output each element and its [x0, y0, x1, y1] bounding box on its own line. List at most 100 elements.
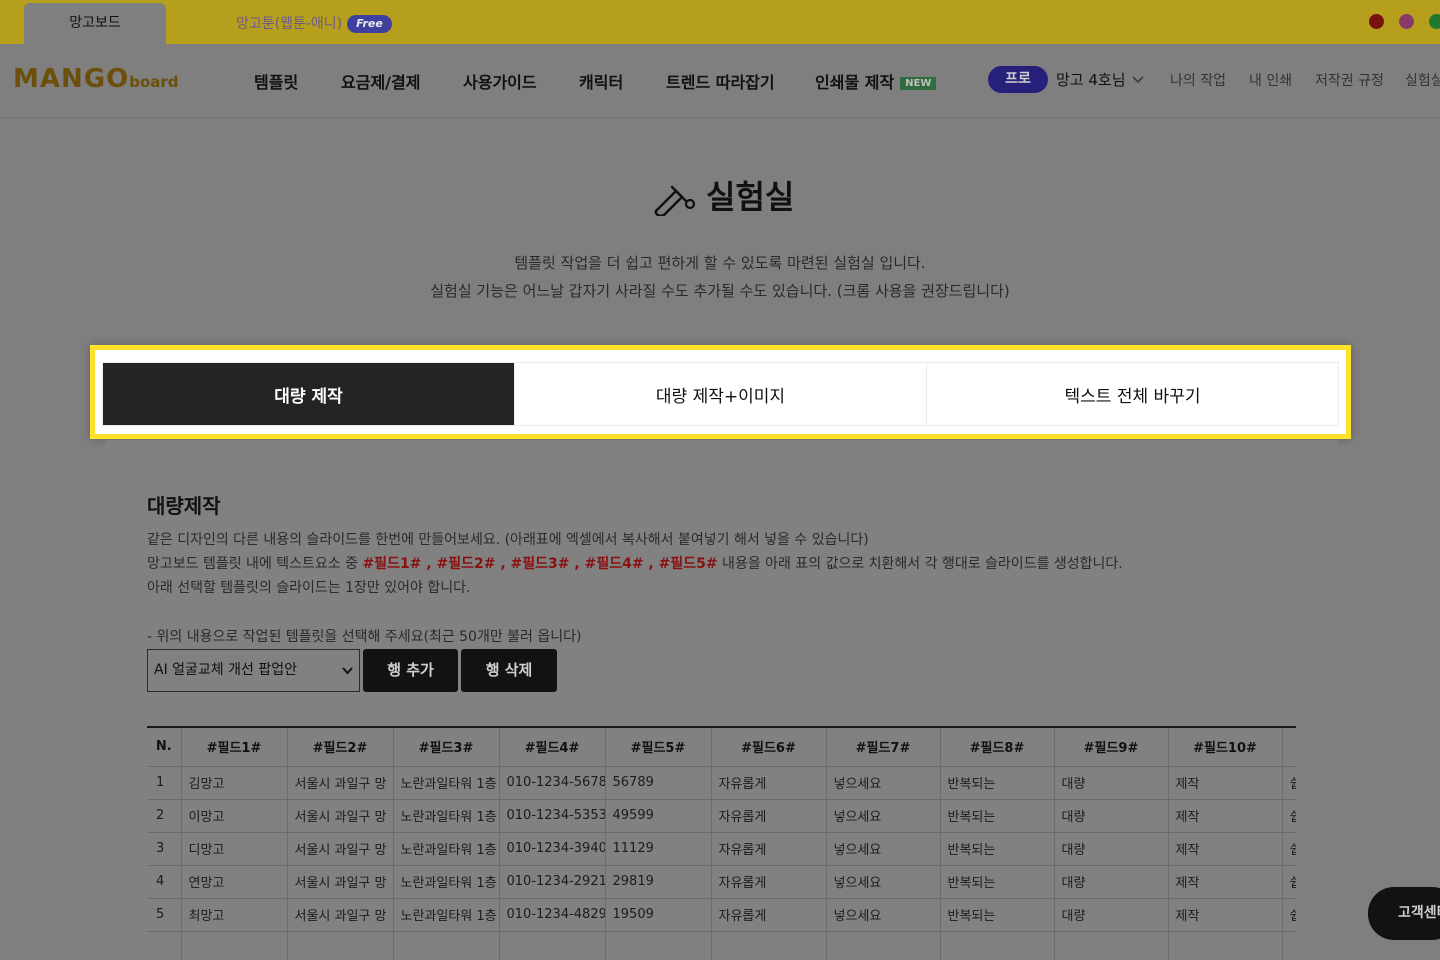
- table-cell[interactable]: 노란과일타워 1층: [393, 799, 500, 833]
- table-cell[interactable]: [1282, 931, 1296, 960]
- chevron-down-icon[interactable]: [1131, 72, 1145, 86]
- table-cell[interactable]: [1168, 931, 1283, 960]
- table-cell[interactable]: 56789: [605, 766, 712, 800]
- table-cell[interactable]: [287, 931, 394, 960]
- instagram-icon[interactable]: [1399, 14, 1414, 29]
- table-cell[interactable]: 넣으세요: [826, 799, 941, 833]
- table-cell[interactable]: [499, 931, 606, 960]
- tab-bulk-create-image[interactable]: 대량 제작+이미지: [515, 363, 927, 425]
- table-cell[interactable]: 서울시 과일구 망: [287, 766, 394, 800]
- template-select[interactable]: AI 얼굴교체 개선 팝업안: [147, 649, 360, 692]
- site-tab-mangoboard[interactable]: 망고보드: [24, 3, 166, 44]
- table-cell[interactable]: 49599: [605, 799, 712, 833]
- nav-link-lab[interactable]: 실험실: [1405, 70, 1440, 90]
- table-cell[interactable]: 11129: [605, 832, 712, 866]
- table-cell[interactable]: 제작: [1168, 799, 1283, 833]
- table-cell[interactable]: 반복되는: [940, 832, 1055, 866]
- nav-item-guide[interactable]: 사용가이드: [463, 69, 537, 93]
- nav-item-characters[interactable]: 캐릭터: [579, 69, 623, 93]
- tab-replace-all-text[interactable]: 텍스트 전체 바꾸기: [927, 363, 1338, 425]
- table-cell[interactable]: 노란과일타워 1층: [393, 898, 500, 932]
- table-cell[interactable]: [605, 931, 712, 960]
- table-cell[interactable]: 쉽: [1282, 832, 1296, 866]
- tab-bulk-create[interactable]: 대량 제작: [103, 363, 515, 425]
- table-cell[interactable]: 19509: [605, 898, 712, 932]
- table-header-cell: #필드3#: [393, 728, 500, 767]
- table-cell[interactable]: 이망고: [181, 799, 288, 833]
- table-cell[interactable]: 반복되는: [940, 865, 1055, 899]
- table-cell[interactable]: 대량: [1054, 799, 1169, 833]
- customer-center-button[interactable]: 고객센터: [1368, 887, 1440, 940]
- table-cell[interactable]: 서울시 과일구 망: [287, 865, 394, 899]
- delete-row-button[interactable]: 행 삭제: [461, 649, 557, 692]
- other-social-icon[interactable]: [1429, 14, 1440, 29]
- table-cell[interactable]: 010-1234-2921: [499, 865, 606, 899]
- table-cell[interactable]: [181, 931, 288, 960]
- table-cell[interactable]: 자유롭게: [711, 898, 827, 932]
- table-header-cell: #필드6#: [711, 728, 827, 767]
- nav-link-copyright[interactable]: 저작권 규정: [1315, 70, 1384, 90]
- site-tab-mangotoon[interactable]: 망고툰(웹툰-애니) Free: [236, 3, 408, 44]
- mangoboard-logo[interactable]: MANGOboard: [13, 64, 179, 94]
- table-cell[interactable]: 대량: [1054, 898, 1169, 932]
- nav-link-my-work[interactable]: 나의 작업: [1170, 70, 1226, 90]
- table-cell[interactable]: [393, 931, 500, 960]
- table-cell[interactable]: 반복되는: [940, 799, 1055, 833]
- table-cell[interactable]: 쉽: [1282, 865, 1296, 899]
- table-cell[interactable]: 쉽: [1282, 898, 1296, 932]
- table-cell: [147, 931, 182, 960]
- nav-item-pricing[interactable]: 요금제/결제: [341, 69, 420, 93]
- table-cell[interactable]: 서울시 과일구 망: [287, 898, 394, 932]
- new-badge: NEW: [900, 77, 937, 90]
- table-cell[interactable]: 최망고: [181, 898, 288, 932]
- user-menu[interactable]: 망고 4호님: [1056, 69, 1126, 90]
- table-cell[interactable]: 제작: [1168, 898, 1283, 932]
- field-token-3: #필드3#: [510, 556, 570, 572]
- table-cell[interactable]: 대량: [1054, 766, 1169, 800]
- table-cell[interactable]: 29819: [605, 865, 712, 899]
- table-cell[interactable]: 반복되는: [940, 766, 1055, 800]
- table-cell[interactable]: 노란과일타워 1층: [393, 865, 500, 899]
- nav-link-my-print[interactable]: 내 인쇄: [1249, 70, 1292, 90]
- table-cell[interactable]: 넣으세요: [826, 832, 941, 866]
- table-cell[interactable]: 김망고: [181, 766, 288, 800]
- table-cell[interactable]: 넣으세요: [826, 865, 941, 899]
- table-cell[interactable]: 010-1234-5678: [499, 766, 606, 800]
- bulk-desc-line2: 망고보드 템플릿 내에 텍스트요소 중 #필드1# , #필드2# , #필드3…: [147, 553, 1123, 573]
- table-cell[interactable]: 반복되는: [940, 898, 1055, 932]
- table-cell[interactable]: 자유롭게: [711, 766, 827, 800]
- table-cell[interactable]: 대량: [1054, 832, 1169, 866]
- table-cell[interactable]: 제작: [1168, 832, 1283, 866]
- table-cell[interactable]: 노란과일타워 1층: [393, 832, 500, 866]
- table-cell[interactable]: 자유롭게: [711, 799, 827, 833]
- table-cell[interactable]: [711, 931, 827, 960]
- table-cell[interactable]: 서울시 과일구 망: [287, 799, 394, 833]
- table-cell[interactable]: [1054, 931, 1169, 960]
- add-row-button[interactable]: 행 추가: [363, 649, 458, 692]
- table-cell[interactable]: 제작: [1168, 766, 1283, 800]
- nav-item-templates[interactable]: 템플릿: [254, 69, 298, 93]
- table-cell[interactable]: 노란과일타워 1층: [393, 766, 500, 800]
- table-row: 2 이망고 서울시 과일구 망 노란과일타워 1층 010-1234-5353 …: [147, 799, 1296, 833]
- table-cell[interactable]: 대량: [1054, 865, 1169, 899]
- table-cell[interactable]: 010-1234-3940: [499, 832, 606, 866]
- table-cell[interactable]: 쉽: [1282, 766, 1296, 800]
- table-cell[interactable]: 넣으세요: [826, 898, 941, 932]
- logo-sub: board: [129, 73, 179, 91]
- table-cell[interactable]: 연망고: [181, 865, 288, 899]
- table-cell[interactable]: 010-1234-5353: [499, 799, 606, 833]
- table-cell: 2: [147, 799, 182, 833]
- table-cell[interactable]: [940, 931, 1055, 960]
- table-cell[interactable]: 서울시 과일구 망: [287, 832, 394, 866]
- table-cell[interactable]: 쉽: [1282, 799, 1296, 833]
- youtube-icon[interactable]: [1369, 14, 1384, 29]
- table-cell[interactable]: 자유롭게: [711, 865, 827, 899]
- table-cell[interactable]: 디망고: [181, 832, 288, 866]
- table-cell[interactable]: 제작: [1168, 865, 1283, 899]
- nav-item-print[interactable]: 인쇄물 제작 NEW: [815, 69, 937, 93]
- table-cell[interactable]: 010-1234-4829: [499, 898, 606, 932]
- table-cell[interactable]: 넣으세요: [826, 766, 941, 800]
- nav-item-trends[interactable]: 트렌드 따라잡기: [666, 69, 775, 93]
- table-cell[interactable]: [826, 931, 941, 960]
- table-cell[interactable]: 자유롭게: [711, 832, 827, 866]
